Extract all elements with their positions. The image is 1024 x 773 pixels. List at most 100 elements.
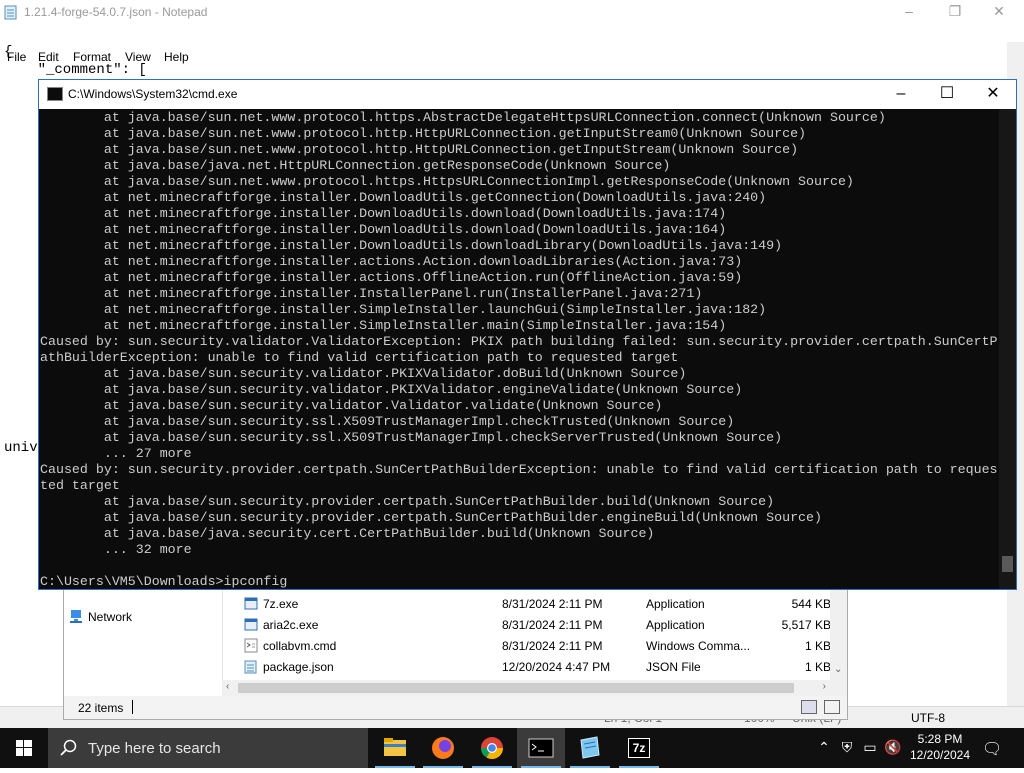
scroll-left-icon[interactable]: ‹	[226, 681, 229, 692]
folder-icon	[384, 738, 406, 756]
command-prompt-icon	[528, 738, 554, 758]
cmd-window: C:\Windows\System32\cmd.exe – ☐ ✕ at jav…	[38, 79, 1017, 590]
encoding: UTF-8	[911, 711, 945, 725]
console-line: at net.minecraftforge.installer.actions.…	[40, 254, 743, 269]
exe-icon	[244, 597, 258, 610]
nav-item-network[interactable]: Network	[70, 610, 133, 624]
console-line: at java.base/sun.security.provider.certp…	[40, 510, 822, 525]
search-icon	[60, 739, 77, 756]
taskbar-search-box[interactable]: Type here to search	[48, 728, 368, 768]
taskbar-file-explorer[interactable]	[371, 728, 419, 768]
notifications-icon[interactable]: 🗨	[982, 739, 1002, 758]
console-line: at java.base/sun.net.www.protocol.http.H…	[40, 126, 807, 141]
nav-item-label: Network	[88, 610, 133, 624]
notepad-title: 1.21.4-forge-54.0.7.json - Notepad	[24, 5, 208, 19]
console-line: at java.base/sun.net.www.protocol.https.…	[40, 110, 886, 125]
file-size: 1 KB	[804, 660, 831, 674]
cmd-icon	[47, 87, 63, 101]
taskbar-notepad[interactable]	[566, 728, 614, 768]
console-line: at net.minecraftforge.installer.SimpleIn…	[40, 302, 767, 317]
notepad-titlebar[interactable]: 1.21.4-forge-54.0.7.json - Notepad – ❐ ✕	[0, 0, 1024, 24]
clock-date: 12/20/2024	[909, 748, 971, 762]
text-line: {	[4, 44, 13, 60]
vertical-scrollbar[interactable]: ⌄	[830, 586, 847, 696]
console-line: at java.base/java.net.HttpURLConnection.…	[40, 158, 671, 173]
horizontal-scroll-thumb[interactable]	[238, 683, 794, 693]
windows-logo-icon	[16, 740, 32, 756]
file-name: package.json	[263, 660, 334, 674]
console-line: at net.minecraftforge.installer.Download…	[40, 190, 767, 205]
console-line: ted target	[40, 478, 120, 493]
maximize-button[interactable]: ☐	[924, 80, 970, 109]
cmd-titlebar[interactable]: C:\Windows\System32\cmd.exe – ☐ ✕	[39, 80, 1016, 109]
console-line: at java.base/sun.security.validator.PKIX…	[40, 382, 743, 397]
file-row[interactable]: 7z.exe 8/31/2024 2:11 PM Application 544…	[237, 594, 837, 615]
file-size: 544 KB	[791, 597, 831, 611]
file-name: collabvm.cmd	[263, 639, 337, 653]
console-line: at java.base/sun.security.validator.PKIX…	[40, 366, 687, 381]
explorer-statusbar: 22 items	[64, 696, 847, 719]
large-icons-view-icon[interactable]	[824, 700, 840, 714]
clock-time: 5:28 PM	[917, 732, 963, 746]
json-file-icon	[244, 660, 257, 674]
file-explorer-window: Network 7z.exe 8/31/2024 2:11 PM Applica…	[63, 585, 848, 720]
horizontal-scrollbar[interactable]: ‹ ›	[222, 680, 830, 696]
console-line: at net.minecraftforge.installer.Download…	[40, 206, 727, 221]
taskbar-command-prompt[interactable]	[517, 728, 565, 768]
notepad-icon	[4, 5, 17, 20]
notepad-icon	[580, 736, 600, 759]
console-line: at java.base/sun.net.www.protocol.http.H…	[40, 142, 799, 157]
console-line: at java.base/java.security.cert.CertPath…	[40, 526, 655, 541]
scroll-right-icon[interactable]: ›	[823, 681, 826, 692]
clock[interactable]: 5:28 PM 12/20/2024	[900, 731, 980, 763]
show-hidden-icons-chevron-icon[interactable]: ⌃	[815, 739, 833, 757]
file-date: 8/31/2024 2:11 PM	[502, 618, 603, 632]
file-type: Application	[646, 597, 705, 611]
network-tray-icon[interactable]: ▭	[861, 739, 879, 757]
file-row[interactable]: collabvm.cmd 8/31/2024 2:11 PM Windows C…	[237, 636, 837, 657]
console-line: at net.minecraftforge.installer.SimpleIn…	[40, 318, 727, 333]
file-size: 5,517 KB	[781, 618, 831, 632]
taskbar-chrome[interactable]	[468, 728, 516, 768]
file-date: 8/31/2024 2:11 PM	[502, 597, 603, 611]
text-cursor	[132, 700, 133, 714]
notepad-menubar: File Edit Format View Help	[0, 24, 1024, 64]
navigation-pane: Network	[64, 586, 223, 696]
chrome-icon	[481, 737, 503, 759]
close-button[interactable]: ✕	[976, 0, 1022, 24]
file-size: 1 KB	[804, 639, 831, 653]
minimize-button[interactable]: –	[886, 0, 932, 24]
taskbar-7zip[interactable]: 7z	[615, 728, 663, 768]
text-line: univ	[4, 440, 38, 456]
console-output[interactable]: at java.base/sun.net.www.protocol.https.…	[39, 109, 999, 590]
cmd-title: C:\Windows\System32\cmd.exe	[68, 87, 238, 101]
cmd-scroll-thumb[interactable]	[1002, 556, 1013, 572]
maximize-button[interactable]: ❐	[932, 0, 978, 24]
text-line: "_comment": [	[4, 62, 147, 78]
network-icon	[70, 610, 82, 623]
console-line: at net.minecraftforge.installer.actions.…	[40, 270, 743, 285]
console-line: at java.base/sun.net.www.protocol.https.…	[40, 174, 854, 189]
file-type: JSON File	[646, 660, 701, 674]
console-line: at java.base/sun.security.validator.Vali…	[40, 398, 663, 413]
close-button[interactable]: ✕	[970, 80, 1016, 109]
minimize-button[interactable]: –	[878, 80, 924, 109]
start-button[interactable]	[0, 728, 48, 768]
file-name: 7z.exe	[263, 597, 299, 611]
search-placeholder: Type here to search	[88, 740, 221, 757]
security-icon[interactable]: ⛨	[838, 739, 856, 757]
command-prompt-line[interactable]: C:\Users\VM5\Downloads>ipconfig	[40, 574, 287, 590]
file-row[interactable]: package.json 12/20/2024 4:47 PM JSON Fil…	[237, 657, 837, 678]
firefox-icon	[432, 737, 454, 759]
7zip-icon: 7z	[628, 738, 650, 758]
file-row[interactable]: aria2c.exe 8/31/2024 2:11 PM Application…	[237, 615, 837, 636]
taskbar: Type here to search 7z ⌃ ⛨ ▭ 🔇 5:28 PM 1…	[0, 728, 1024, 768]
file-date: 12/20/2024 4:47 PM	[502, 660, 611, 674]
details-view-icon[interactable]	[801, 700, 817, 714]
file-type: Application	[646, 618, 705, 632]
scroll-down-icon[interactable]: ⌄	[834, 664, 842, 675]
console-line: Caused by: sun.security.provider.certpat…	[40, 462, 998, 477]
cmd-vertical-scrollbar[interactable]	[999, 109, 1016, 589]
taskbar-firefox[interactable]	[419, 728, 467, 768]
cmd-file-icon	[244, 638, 258, 653]
